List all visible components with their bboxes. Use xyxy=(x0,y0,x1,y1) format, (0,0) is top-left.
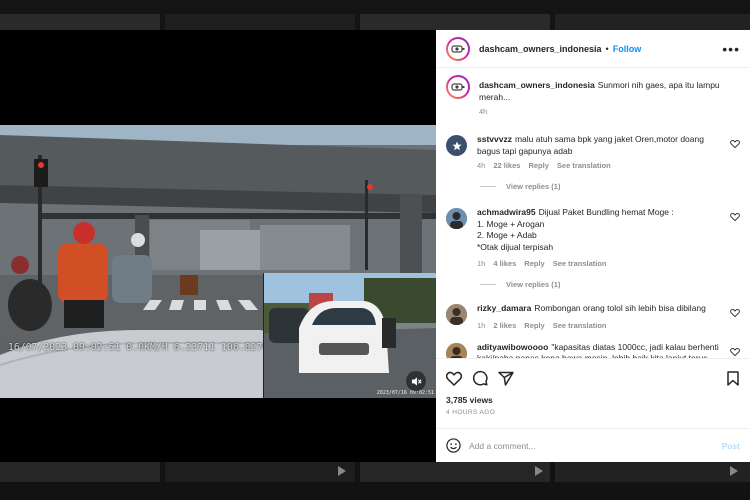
comment-icon[interactable] xyxy=(472,370,488,386)
comment-meta: 1h 2 likes Reply See translation xyxy=(477,321,724,330)
comment-line: 2. Moge + Adab xyxy=(477,230,537,240)
comments-list[interactable]: dashcam_owners_indonesia Sunmori nih gaes… xyxy=(436,68,750,358)
comment-text: rizky_damara Rombongan orang tolol sih le… xyxy=(477,303,724,315)
see-translation-button[interactable]: See translation xyxy=(557,161,611,170)
comment-username[interactable]: adityawibowoooo xyxy=(477,342,548,352)
comment-text: adityawibowoooo "kapasitas diatas 1000cc,… xyxy=(477,342,724,359)
emoji-icon[interactable] xyxy=(446,438,461,453)
follow-button[interactable]: Follow xyxy=(613,44,642,54)
view-replies-button[interactable]: View replies (1) xyxy=(480,182,740,191)
caption-meta: 4h xyxy=(479,107,736,116)
see-translation-button[interactable]: See translation xyxy=(553,259,607,268)
dashcam-video[interactable]: 16/07/2023 09:02:51 0.0KM/H 6.23711 106.… xyxy=(0,125,436,398)
heart-icon[interactable] xyxy=(730,212,740,222)
avatar[interactable] xyxy=(446,208,467,229)
view-replies-button[interactable]: View replies (1) xyxy=(480,280,740,289)
avatar[interactable] xyxy=(446,75,470,99)
heart-icon[interactable] xyxy=(730,347,740,357)
see-translation-button[interactable]: See translation xyxy=(553,321,607,330)
avatar[interactable] xyxy=(446,342,467,358)
user-photo-icon xyxy=(446,342,467,358)
comment-username[interactable]: sstvvvzz xyxy=(477,134,512,144)
play-icon xyxy=(535,466,543,476)
caption-row: dashcam_owners_indonesia Sunmori nih gaes… xyxy=(446,75,740,116)
separator-dot: • xyxy=(605,43,609,54)
comment-time: 1h xyxy=(477,320,486,330)
comment-item: adityawibowoooo "kapasitas diatas 1000cc,… xyxy=(446,342,740,359)
heart-icon[interactable] xyxy=(730,308,740,318)
comment-meta: 4h 22 likes Reply See translation xyxy=(477,161,724,170)
likes-count[interactable]: 22 likes xyxy=(493,161,520,170)
view-replies-label: View replies (1) xyxy=(506,280,561,289)
comment-content: Dijual Paket Bundling hemat Moge : xyxy=(538,207,674,217)
avatar[interactable] xyxy=(446,36,470,61)
comment-time: 1h xyxy=(477,259,486,268)
more-options-icon[interactable]: ••• xyxy=(722,41,740,57)
background-feed-bottom xyxy=(0,462,750,500)
video-timestamp: 16/07/2023 09:02:51 0.0KM/H 6.23711 106.… xyxy=(8,342,293,353)
reply-button[interactable]: Reply xyxy=(524,321,544,330)
divider xyxy=(480,186,496,187)
heart-icon[interactable] xyxy=(730,139,740,149)
bookmark-icon[interactable] xyxy=(726,370,740,386)
comment-meta: 1h 4 likes Reply See translation xyxy=(477,259,724,268)
mute-button[interactable] xyxy=(406,371,426,391)
post-side-panel: dashcam_owners_indonesia • Follow ••• da… xyxy=(436,30,750,462)
action-icons xyxy=(446,367,740,389)
comment-text: achmadwira95 Dijual Paket Bundling hemat … xyxy=(477,207,724,219)
comment-username[interactable]: rizky_damara xyxy=(477,303,531,313)
comment-item: rizky_damara Rombongan orang tolol sih le… xyxy=(446,303,740,330)
comment-content: Rombongan orang tolol sih lebih bisa dib… xyxy=(534,303,706,313)
comment-time: 4h xyxy=(477,161,486,170)
likes-count[interactable]: 4 likes xyxy=(493,259,516,268)
add-comment-bar: Post xyxy=(436,428,750,462)
play-icon xyxy=(730,466,738,476)
user-photo-icon xyxy=(446,208,467,229)
avatar[interactable] xyxy=(446,135,467,156)
inset-timestamp: 2023/07/16 09:02:51 xyxy=(376,390,434,396)
comment-item: sstvvvzz malu atuh sama bpk yang jaket Or… xyxy=(446,134,740,170)
add-comment-input[interactable] xyxy=(469,440,722,451)
post-media[interactable]: 16/07/2023 09:02:51 0.0KM/H 6.23711 106.… xyxy=(0,30,436,462)
comment-username[interactable]: achmadwira95 xyxy=(477,207,536,217)
caption-text: dashcam_owners_indonesia Sunmori nih gaes… xyxy=(479,80,736,103)
view-replies-label: View replies (1) xyxy=(506,182,561,191)
post-header: dashcam_owners_indonesia • Follow ••• xyxy=(436,30,750,68)
user-photo-icon xyxy=(446,304,467,325)
play-icon xyxy=(338,466,346,476)
avatar[interactable] xyxy=(446,304,467,325)
post-time: 4 HOURS AGO xyxy=(446,409,496,416)
post-username[interactable]: dashcam_owners_indonesia xyxy=(479,44,602,54)
comment-text: sstvvvzz malu atuh sama bpk yang jaket Or… xyxy=(477,134,724,157)
caption-username[interactable]: dashcam_owners_indonesia xyxy=(479,80,595,90)
likes-count[interactable]: 2 likes xyxy=(493,321,516,330)
reply-button[interactable]: Reply xyxy=(524,259,544,268)
background-feed-top xyxy=(0,0,750,30)
post-modal: 16/07/2023 09:02:51 0.0KM/H 6.23711 106.… xyxy=(0,30,750,462)
caption-time: 4h xyxy=(479,107,488,116)
divider xyxy=(480,284,496,285)
comment-item: achmadwira95 Dijual Paket Bundling hemat … xyxy=(446,207,740,268)
comment-line: *Otak dijual terpisah xyxy=(477,241,554,252)
speaker-muted-icon xyxy=(411,376,422,386)
star-icon xyxy=(451,141,462,150)
dashcam-logo-icon xyxy=(451,44,465,53)
comment-line: 1. Moge + Arogan xyxy=(477,218,545,229)
share-icon[interactable] xyxy=(498,371,514,386)
post-actions: 3,785 views 4 HOURS AGO xyxy=(436,358,750,428)
views-count[interactable]: 3,785 views xyxy=(446,395,740,405)
dashcam-logo-icon xyxy=(451,83,465,91)
post-comment-button[interactable]: Post xyxy=(722,441,740,451)
reply-button[interactable]: Reply xyxy=(528,161,548,170)
like-heart-icon[interactable] xyxy=(446,371,462,386)
